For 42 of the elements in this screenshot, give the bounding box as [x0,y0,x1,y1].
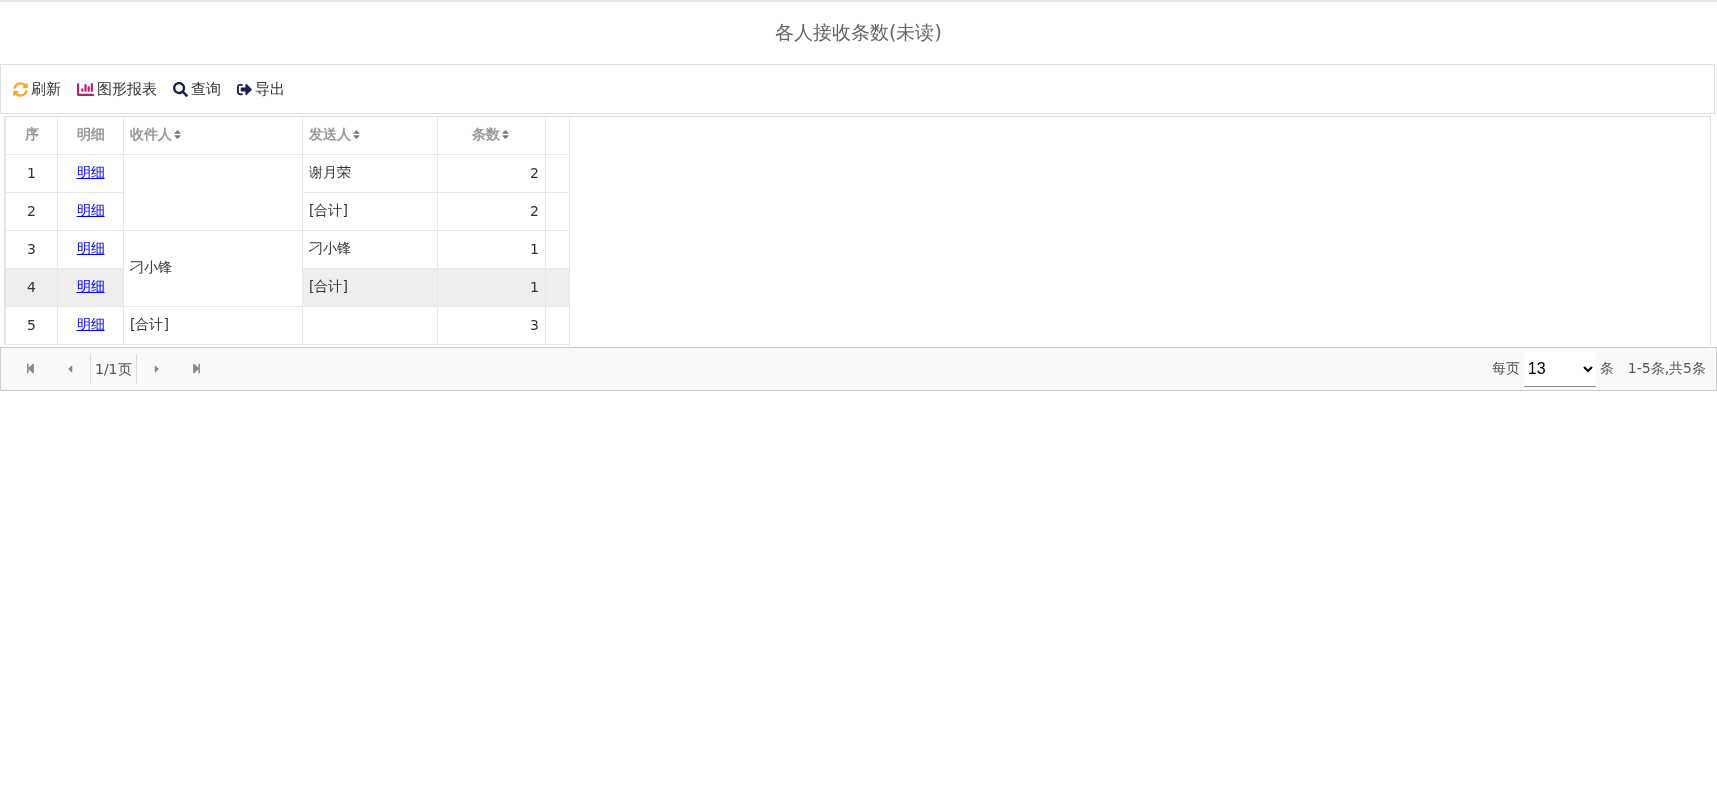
sender-cell: [合计] [302,192,438,230]
sender-cell: [合计] [302,268,438,306]
export-button[interactable]: 导出 [237,79,285,99]
record-summary: 1-5条,共5条 [1627,359,1706,378]
column-label: 条数 [472,126,500,143]
column-label: 明细 [76,126,105,143]
last-page-icon [190,363,202,374]
page-size-select[interactable]: 13 [1523,350,1596,387]
chart-report-button[interactable]: 图形报表 [77,79,157,99]
column-label: 发送人 [309,126,351,143]
detail-link[interactable]: 明细 [76,240,105,256]
page-indicator: 1/1页 [90,353,137,384]
row-number-cell: 3 [5,230,58,268]
receiver-cell: [合计] [123,306,303,344]
page-title: 各人接收条数(未读) [774,20,943,45]
row-number-cell: 2 [5,192,58,230]
receiver-cell: 刁小锋 [123,230,303,306]
count-cell: 2 [437,154,546,192]
column-label: 收件人 [130,126,172,143]
sender-cell: 刁小锋 [302,230,438,268]
row-number-cell: 5 [5,306,58,344]
refresh-icon [13,81,28,97]
unit-label: 条 [1599,359,1614,378]
count-cell: 1 [437,268,546,306]
count-cell: 1 [437,230,546,268]
count-cell: 2 [437,192,546,230]
row-number-cell: 4 [5,268,58,306]
detail-link[interactable]: 明细 [76,164,105,180]
sender-cell: 谢月荣 [302,154,438,192]
first-page-icon [25,363,36,374]
row-number-cell: 1 [5,154,58,192]
detail-link[interactable]: 明细 [76,278,105,294]
column-label: 序 [24,126,39,143]
count-cell: 3 [437,306,546,344]
detail-link[interactable]: 明细 [76,202,105,218]
search-icon [173,81,188,97]
detail-link[interactable]: 明细 [76,316,105,332]
per-page-label: 每页 [1491,359,1520,378]
export-icon [237,81,252,97]
bar-chart-icon [77,80,94,98]
refresh-button[interactable]: 刷新 [13,79,61,99]
query-button[interactable]: 查询 [173,79,221,99]
